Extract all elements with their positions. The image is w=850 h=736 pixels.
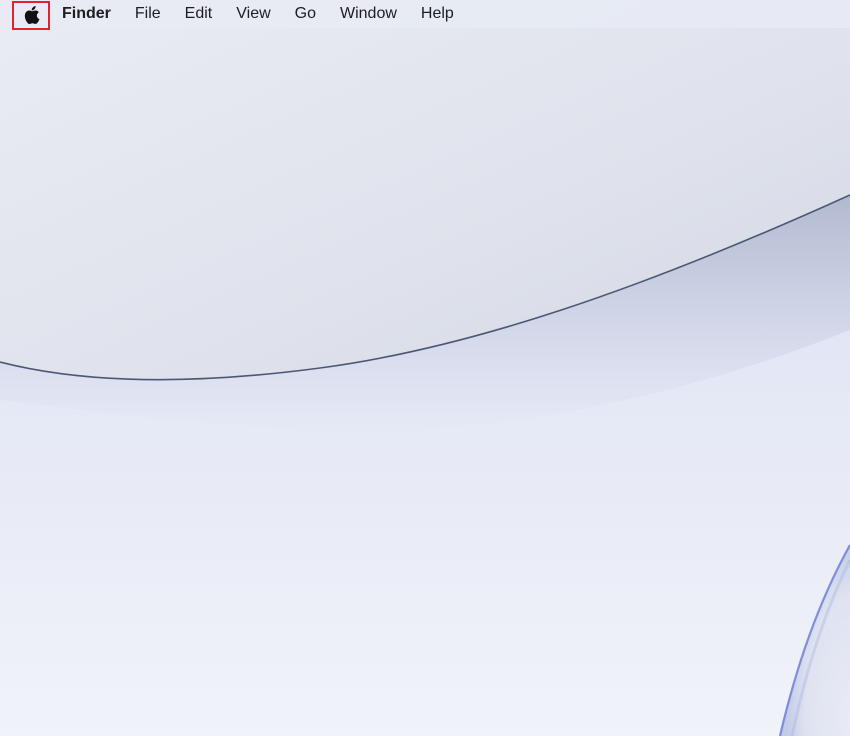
menu-go[interactable]: Go bbox=[283, 0, 328, 28]
menu-file[interactable]: File bbox=[123, 0, 173, 28]
desktop: Finder File Edit View Go Window Help bbox=[0, 0, 850, 736]
menu-window[interactable]: Window bbox=[328, 0, 409, 28]
apple-logo-icon bbox=[24, 6, 39, 24]
apple-menu-button[interactable] bbox=[12, 0, 50, 30]
menu-app-name[interactable]: Finder bbox=[50, 0, 123, 28]
menu-bar: Finder File Edit View Go Window Help bbox=[0, 0, 850, 30]
desktop-wallpaper bbox=[0, 0, 850, 736]
menu-view[interactable]: View bbox=[224, 0, 282, 28]
menu-help[interactable]: Help bbox=[409, 0, 466, 28]
menu-edit[interactable]: Edit bbox=[173, 0, 225, 28]
